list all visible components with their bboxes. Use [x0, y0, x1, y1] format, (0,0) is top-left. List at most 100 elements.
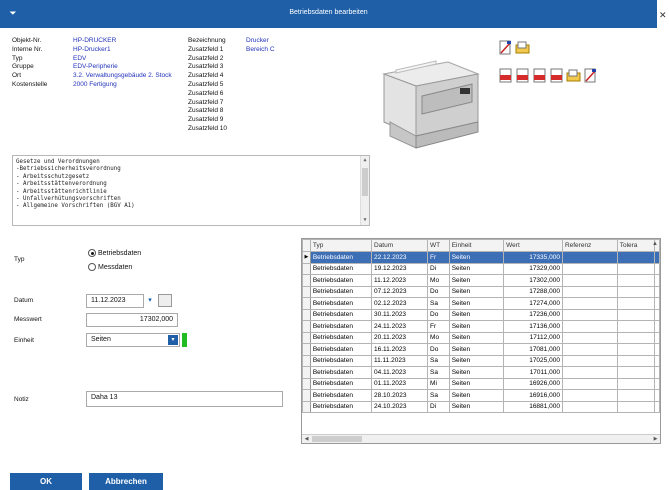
table-cell: Seiten: [448, 320, 505, 333]
grid-hscrollbar[interactable]: ◀ ▶: [302, 434, 660, 443]
table-cell: [616, 297, 656, 310]
table-cell: 28.10.2023: [370, 389, 429, 402]
sort-up-icon[interactable]: ▲: [652, 241, 658, 247]
table-cell: 02.12.2023: [370, 297, 429, 310]
table-cell: Betriebsdaten: [309, 400, 373, 413]
calendar-icon[interactable]: [158, 294, 172, 307]
einheit-value: Seiten: [91, 336, 111, 343]
extra-label-8: Zusatzfeld 8: [188, 107, 224, 115]
ok-button[interactable]: OK: [10, 473, 82, 490]
table-cell: [561, 320, 618, 333]
table-cell: [561, 389, 618, 402]
table-row[interactable]: Betriebsdaten 28.10.2023 Sa Seiten 16916,000: [302, 389, 660, 402]
table-cell: 17081,000: [503, 343, 563, 356]
pdf-icon-1[interactable]: [498, 68, 513, 83]
textarea-scrollbar[interactable]: ▲ ▼: [360, 156, 369, 225]
chevron-down-icon[interactable]: ▾: [145, 295, 155, 307]
hscroll-thumb[interactable]: [312, 436, 362, 442]
grid-header: Typ Datum WT Einheit Wert Referenz Tolera: [302, 239, 660, 252]
table-row[interactable]: Betriebsdaten 01.11.2023 Mi Seiten 16926,000: [302, 377, 660, 390]
datum-input[interactable]: 11.12.2023: [86, 294, 144, 308]
scroll-thumb[interactable]: [362, 168, 368, 196]
radio-betriebsdaten[interactable]: Betriebsdaten: [88, 249, 141, 257]
row-selector[interactable]: [302, 377, 311, 390]
table-row[interactable]: Betriebsdaten 11.12.2023 Mo Seiten 17302,000: [302, 274, 660, 287]
row-selector[interactable]: [302, 366, 311, 379]
table-cell-filler: [654, 389, 660, 402]
cancel-button[interactable]: Abbrechen: [89, 473, 163, 490]
scroll-right-icon[interactable]: ▶: [651, 435, 660, 443]
info-value-3: EDV-Peripherie: [73, 63, 118, 71]
regulations-textarea[interactable]: Gesetze und Verordnungen -Betriebssicherh…: [12, 155, 370, 226]
table-row[interactable]: Betriebsdaten 16.11.2023 Do Seiten 17081,000: [302, 343, 660, 356]
table-cell: Seiten: [448, 297, 505, 310]
column-header[interactable]: Referenz: [561, 239, 618, 252]
table-row[interactable]: Betriebsdaten 04.11.2023 Sa Seiten 17011,000: [302, 366, 660, 379]
pdf-icon-2[interactable]: [515, 68, 530, 83]
title-bar: ⏷ Betriebsdaten bearbeiten: [0, 0, 657, 28]
row-selector[interactable]: ▶: [302, 251, 311, 264]
window-title: Betriebsdaten bearbeiten: [289, 9, 368, 16]
row-selector[interactable]: [302, 297, 311, 310]
extra-fields-labels: Bezeichnung Zusatzfeld 1 Zusatzfeld 2 Zusat…: [188, 37, 227, 134]
table-row[interactable]: Betriebsdaten 07.12.2023 Do Seiten 17288,000: [302, 285, 660, 298]
table-cell: [616, 308, 656, 321]
table-cell: Seiten: [448, 274, 505, 287]
row-selector[interactable]: [302, 274, 311, 287]
data-grid[interactable]: Typ Datum WT Einheit Wert Referenz Tolera ▶ Bet…: [301, 238, 661, 444]
einheit-select[interactable]: Seiten ▾: [86, 333, 180, 347]
pdf-icon-3[interactable]: [532, 68, 547, 83]
row-selector[interactable]: [302, 354, 311, 367]
scroll-up-icon[interactable]: ▲: [361, 156, 369, 165]
info-label-5: Kostenstelle: [12, 80, 48, 88]
column-header[interactable]: WT: [427, 239, 450, 252]
table-row[interactable]: Betriebsdaten 24.10.2023 Di Seiten 16881,000: [302, 400, 660, 413]
row-selector[interactable]: [302, 389, 311, 402]
table-cell: 16.11.2023: [370, 343, 429, 356]
column-header[interactable]: Tolera: [616, 239, 656, 252]
column-header[interactable]: Datum: [370, 239, 429, 252]
table-cell: Do: [427, 343, 450, 356]
notiz-input[interactable]: Daha 13: [86, 391, 283, 407]
messwert-input[interactable]: 17302,000: [86, 313, 178, 327]
row-selector[interactable]: [302, 285, 311, 298]
close-icon[interactable]: ✕: [659, 9, 669, 21]
table-row[interactable]: Betriebsdaten 11.11.2023 Sa Seiten 17025,000: [302, 354, 660, 367]
folder-icon[interactable]: [566, 68, 581, 83]
table-cell: [616, 354, 656, 367]
dropdown-arrow-icon[interactable]: ▾: [168, 335, 178, 345]
table-cell-filler: [654, 320, 660, 333]
delete-document-icon[interactable]: [583, 68, 598, 83]
folder-open-icon[interactable]: [515, 40, 530, 55]
row-selector[interactable]: [302, 308, 311, 321]
row-selector[interactable]: [302, 320, 311, 333]
table-row[interactable]: Betriebsdaten 19.12.2023 Di Seiten 17329,000: [302, 262, 660, 275]
extra-label-5: Zusatzfeld 5: [188, 80, 224, 88]
column-header[interactable]: Wert: [503, 239, 563, 252]
info-value-1: HP-Drucker1: [73, 45, 111, 53]
row-selector[interactable]: [302, 331, 311, 344]
edit-document-icon[interactable]: [498, 40, 513, 55]
column-header[interactable]: Typ: [309, 239, 373, 252]
object-info-values: HP-DRUCKER HP-Drucker1 EDV EDV-Peripherie 3.…: [73, 37, 172, 90]
table-row[interactable]: Betriebsdaten 30.11.2023 Do Seiten 17236,000: [302, 308, 660, 321]
scroll-down-icon[interactable]: ▼: [361, 216, 369, 225]
table-cell: 22.12.2023: [370, 251, 429, 264]
extra-label-3: Zusatzfeld 3: [188, 63, 224, 71]
table-row[interactable]: Betriebsdaten 20.11.2023 Mo Seiten 17112,000: [302, 331, 660, 344]
row-selector[interactable]: [302, 262, 311, 275]
table-cell: Fr: [427, 320, 450, 333]
table-cell: 11.12.2023: [370, 274, 429, 287]
radio-messdaten[interactable]: Messdaten: [88, 263, 132, 271]
pdf-icon-4[interactable]: [549, 68, 564, 83]
table-cell: [561, 251, 618, 264]
column-header[interactable]: Einheit: [448, 239, 505, 252]
row-selector[interactable]: [302, 343, 311, 356]
table-row[interactable]: Betriebsdaten 02.12.2023 Sa Seiten 17274,000: [302, 297, 660, 310]
table-row[interactable]: Betriebsdaten 24.11.2023 Fr Seiten 17136,000: [302, 320, 660, 333]
extra-label-1: Zusatzfeld 1: [188, 45, 224, 53]
scroll-left-icon[interactable]: ◀: [302, 435, 311, 443]
row-selector[interactable]: [302, 400, 311, 413]
table-row[interactable]: ▶ Betriebsdaten 22.12.2023 Fr Seiten 17335,00…: [302, 251, 660, 264]
info-label-2: Typ: [12, 54, 23, 62]
